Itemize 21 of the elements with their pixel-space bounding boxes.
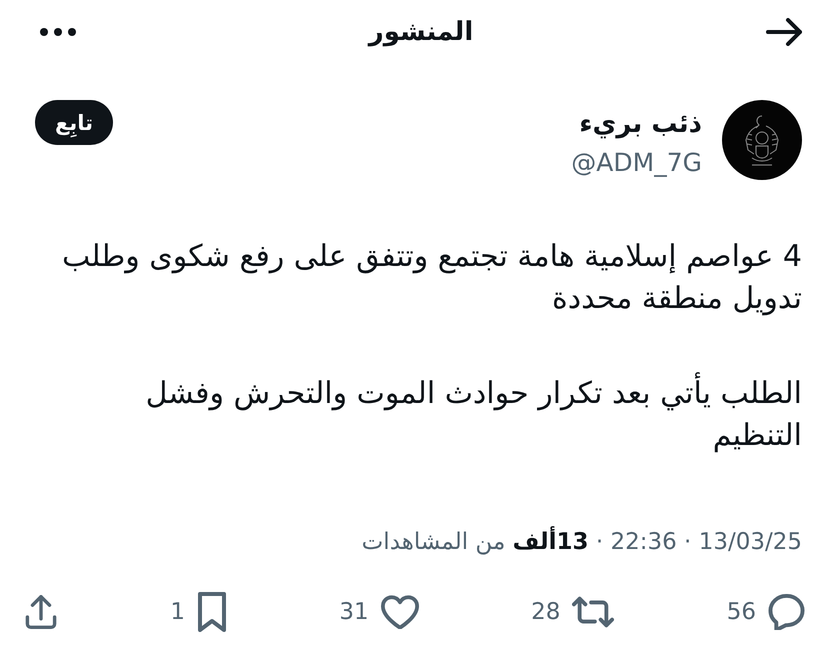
back-button[interactable]	[766, 18, 802, 46]
like-button[interactable]: 31	[339, 595, 419, 629]
post-paragraph: 4 عواصم إسلامية هامة تجتمع وتتفق على رفع شكوى وطلب تدويل منطقة محددة	[62, 238, 802, 318]
more-button[interactable]	[40, 28, 76, 36]
page-title: المنشور	[368, 17, 474, 47]
post-paragraph: الطلب يأتي بعد تكرار حوادث الموت والتحرش وفشل التنظيم	[146, 373, 802, 457]
bookmark-button[interactable]: 1	[170, 592, 228, 632]
heart-icon	[380, 595, 419, 629]
repost-button[interactable]: 28	[531, 595, 614, 629]
author-name[interactable]: ذئب بريء	[571, 106, 702, 142]
speech-bubble-icon	[768, 594, 806, 630]
reply-button[interactable]: 56	[726, 594, 806, 630]
share-button[interactable]	[24, 595, 58, 629]
share-icon	[24, 595, 58, 629]
bookmark-icon	[197, 592, 228, 632]
follow-button[interactable]: تابِع	[35, 100, 114, 145]
repost-arrows-icon	[572, 595, 614, 629]
author-handle[interactable]: @ADM_7G	[571, 146, 702, 180]
arrow-right-icon	[766, 18, 802, 46]
more-icon	[40, 28, 76, 36]
avatar-emblem-icon	[722, 100, 802, 180]
